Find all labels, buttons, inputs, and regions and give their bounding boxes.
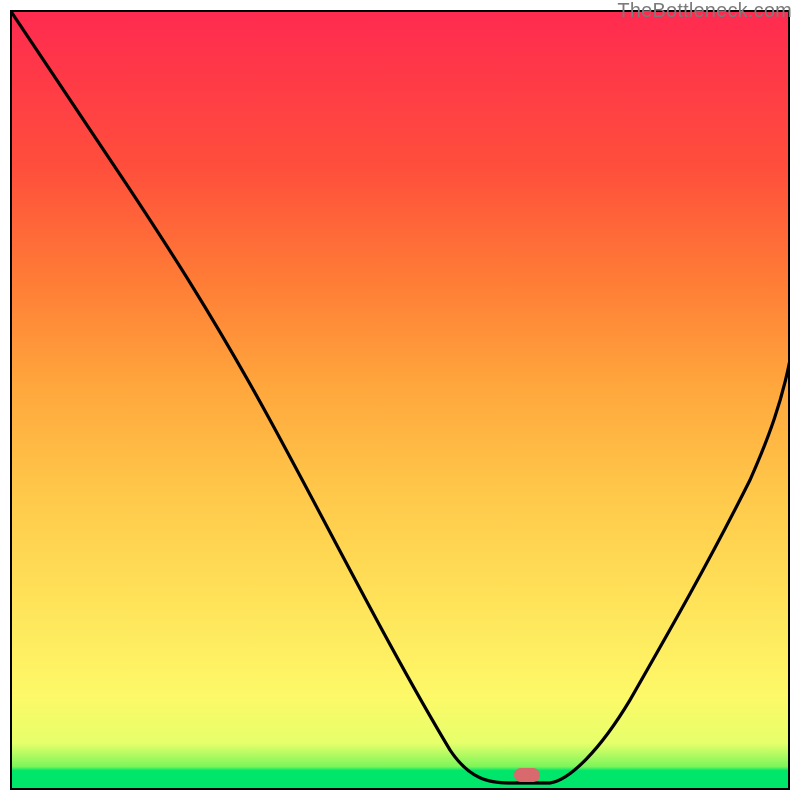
chart-container: TheBottleneck.com — [0, 0, 800, 800]
y-axis-left — [10, 10, 12, 790]
optimal-marker — [514, 768, 540, 782]
plot-area — [10, 10, 790, 790]
y-axis-right — [788, 10, 790, 790]
x-axis — [10, 788, 790, 790]
bottleneck-curve — [10, 10, 790, 790]
attribution-text: TheBottleneck.com — [617, 0, 792, 23]
curve-path — [10, 10, 790, 783]
